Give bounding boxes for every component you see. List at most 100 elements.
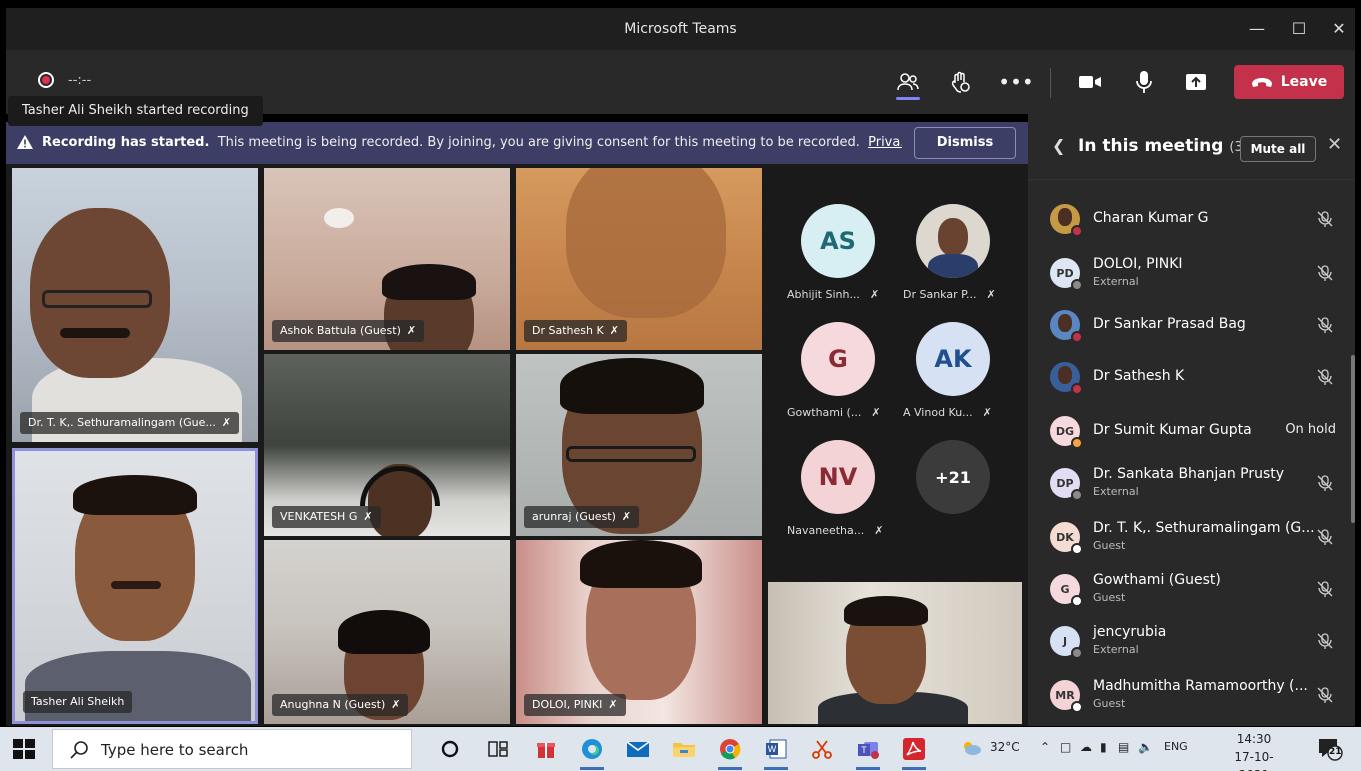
camera-button[interactable] xyxy=(1072,64,1108,100)
windows-taskbar: Type here to search W T 32°C ⌃ □ ☁ ▮ ▤ 🔈… xyxy=(0,727,1361,771)
share-screen-button[interactable] xyxy=(1178,64,1214,100)
taskbar-search-box[interactable]: Type here to search xyxy=(52,729,412,769)
video-tile[interactable]: arunraj (Guest) ✗ xyxy=(516,354,762,536)
privacy-link[interactable]: Priva... xyxy=(868,135,902,150)
participant-row[interactable]: DK Dr. T. K,. Sethuramalingam (G... Guest xyxy=(1028,512,1348,564)
people-icon xyxy=(897,73,919,91)
participant-row[interactable]: PD DOLOI, PINKI External xyxy=(1028,248,1348,300)
microphone-button[interactable] xyxy=(1126,64,1162,100)
avatar-name: Abhijit Sinh... xyxy=(787,288,860,301)
close-window-button[interactable]: ✕ xyxy=(1318,8,1360,50)
taskbar-clock[interactable]: 14:30 17-10-2021 xyxy=(1228,730,1280,771)
avatar[interactable]: AS xyxy=(801,204,875,278)
avatar-photo[interactable] xyxy=(916,204,990,278)
video-tile[interactable]: Tasher Ali Sheikh xyxy=(12,448,258,724)
participant-row[interactable]: DP Dr. Sankata Bhanjan Prusty External xyxy=(1028,458,1348,510)
presence-status-icon xyxy=(1071,595,1083,607)
person-hair xyxy=(560,358,704,414)
video-tile[interactable]: Dr. T. K,. Sethuramalingam (Gue... ✗ xyxy=(12,168,258,442)
avatar[interactable]: G xyxy=(801,322,875,396)
overflow-participants-button[interactable]: +21 xyxy=(916,440,990,514)
mute-all-button[interactable]: Mute all xyxy=(1240,136,1316,162)
cortana-icon[interactable] xyxy=(436,735,464,763)
mic-off-icon[interactable] xyxy=(1316,686,1334,704)
participant-row[interactable]: DG Dr Sumit Kumar Gupta On hold xyxy=(1028,406,1348,458)
participant-name: Dr Sathesh K xyxy=(1093,368,1185,384)
participant-name: jencyrubia xyxy=(1093,624,1167,640)
network-icon[interactable]: ▤ xyxy=(1118,740,1129,754)
more-options-button[interactable]: ••• xyxy=(998,64,1034,100)
recording-banner: Recording has started. This meeting is b… xyxy=(6,122,1028,164)
mic-off-icon[interactable] xyxy=(1316,210,1334,228)
close-panel-icon[interactable]: ✕ xyxy=(1327,134,1342,155)
microphone-tray-icon[interactable]: ▮ xyxy=(1100,740,1107,754)
participant-name: Dr Sathesh K xyxy=(532,324,604,337)
avatar[interactable]: AK xyxy=(916,322,990,396)
participant-avatar: J xyxy=(1050,626,1083,659)
chrome-icon[interactable] xyxy=(716,735,744,770)
avatar[interactable]: NV xyxy=(801,440,875,514)
mic-off-icon[interactable] xyxy=(1316,368,1334,386)
person-hair xyxy=(338,610,430,654)
mic-off-icon[interactable] xyxy=(1316,580,1334,598)
file-explorer-icon[interactable] xyxy=(670,735,698,763)
avatar-initials: NV xyxy=(818,463,858,491)
participant-row[interactable]: MR Madhumitha Ramamoorthy (... Guest xyxy=(1028,670,1348,722)
participant-name: arunraj (Guest) xyxy=(532,510,616,523)
person-hair xyxy=(844,596,928,626)
cloud-icon[interactable]: ☁ xyxy=(1080,740,1092,754)
presence-status-icon xyxy=(1071,383,1083,395)
mic-off-icon[interactable] xyxy=(1316,632,1334,650)
language-indicator[interactable]: ENG xyxy=(1164,740,1188,753)
mic-off-icon[interactable] xyxy=(1316,474,1334,492)
mic-off-icon[interactable] xyxy=(1316,528,1334,546)
mail-icon[interactable] xyxy=(624,735,652,763)
participant-row[interactable]: Jjencyrubia External xyxy=(1028,616,1348,668)
video-tile[interactable]: Anughna N (Guest) ✗ xyxy=(264,540,510,724)
tray-app-icon[interactable]: □ xyxy=(1060,740,1071,754)
avatar-name-row: A Vinod Ku... ✗ xyxy=(903,406,992,419)
gift-app-icon[interactable] xyxy=(532,735,560,763)
maximize-button[interactable]: ☐ xyxy=(1278,8,1320,50)
leave-button[interactable]: Leave xyxy=(1234,65,1344,99)
video-tile[interactable]: Dr Sathesh K ✗ xyxy=(516,168,762,350)
participant-row[interactable]: Dr Sathesh K xyxy=(1028,352,1348,404)
panel-title: In this meeting (30) xyxy=(1078,136,1256,156)
snipping-tool-icon[interactable] xyxy=(808,735,836,763)
dismiss-button[interactable]: Dismiss xyxy=(914,127,1016,159)
edge-icon[interactable] xyxy=(578,735,606,770)
overflow-count: +21 xyxy=(935,467,971,487)
notification-center-button[interactable]: 21 xyxy=(1316,735,1344,763)
participants-button[interactable] xyxy=(890,64,926,100)
temperature[interactable]: 32°C xyxy=(990,740,1020,754)
windows-start-icon[interactable] xyxy=(12,737,36,761)
participant-row[interactable]: Dr Sankar Prasad Bag xyxy=(1028,300,1348,352)
video-tile[interactable]: VENKATESH G ✗ xyxy=(264,354,510,536)
video-tile[interactable] xyxy=(768,582,1022,724)
video-tile[interactable]: Ashok Battula (Guest) ✗ xyxy=(264,168,510,350)
video-tile[interactable]: DOLOI, PINKI ✗ xyxy=(516,540,762,724)
microphone-icon xyxy=(1136,71,1152,93)
tile-label: Dr. T. K,. Sethuramalingam (Gue... ✗ xyxy=(20,412,240,434)
presence-status-icon xyxy=(1071,225,1083,237)
chevron-up-icon[interactable]: ⌃ xyxy=(1040,740,1050,754)
panel-scrollbar[interactable] xyxy=(1351,355,1355,523)
participant-role: External xyxy=(1093,643,1139,656)
volume-icon[interactable]: 🔈 xyxy=(1138,740,1153,754)
teams-icon[interactable]: T xyxy=(854,735,882,770)
minimize-button[interactable]: — xyxy=(1236,8,1278,50)
lamp-shape xyxy=(324,208,354,228)
acrobat-icon[interactable] xyxy=(900,735,928,770)
mic-off-icon[interactable] xyxy=(1316,316,1334,334)
chevron-left-icon[interactable]: ❮ xyxy=(1052,136,1065,155)
weather-icon[interactable] xyxy=(960,738,982,759)
word-icon[interactable]: W xyxy=(762,735,790,770)
participant-avatar: DG xyxy=(1050,416,1083,449)
mic-off-icon[interactable] xyxy=(1316,264,1334,282)
participant-row[interactable]: G Gowthami (Guest) Guest xyxy=(1028,564,1348,616)
avatar-name-row: Abhijit Sinh... ✗ xyxy=(787,288,879,301)
headphones-shape xyxy=(360,466,440,506)
participant-row[interactable]: Charan Kumar G xyxy=(1028,194,1348,246)
reactions-button[interactable] xyxy=(942,64,978,100)
task-view-icon[interactable] xyxy=(484,735,512,763)
